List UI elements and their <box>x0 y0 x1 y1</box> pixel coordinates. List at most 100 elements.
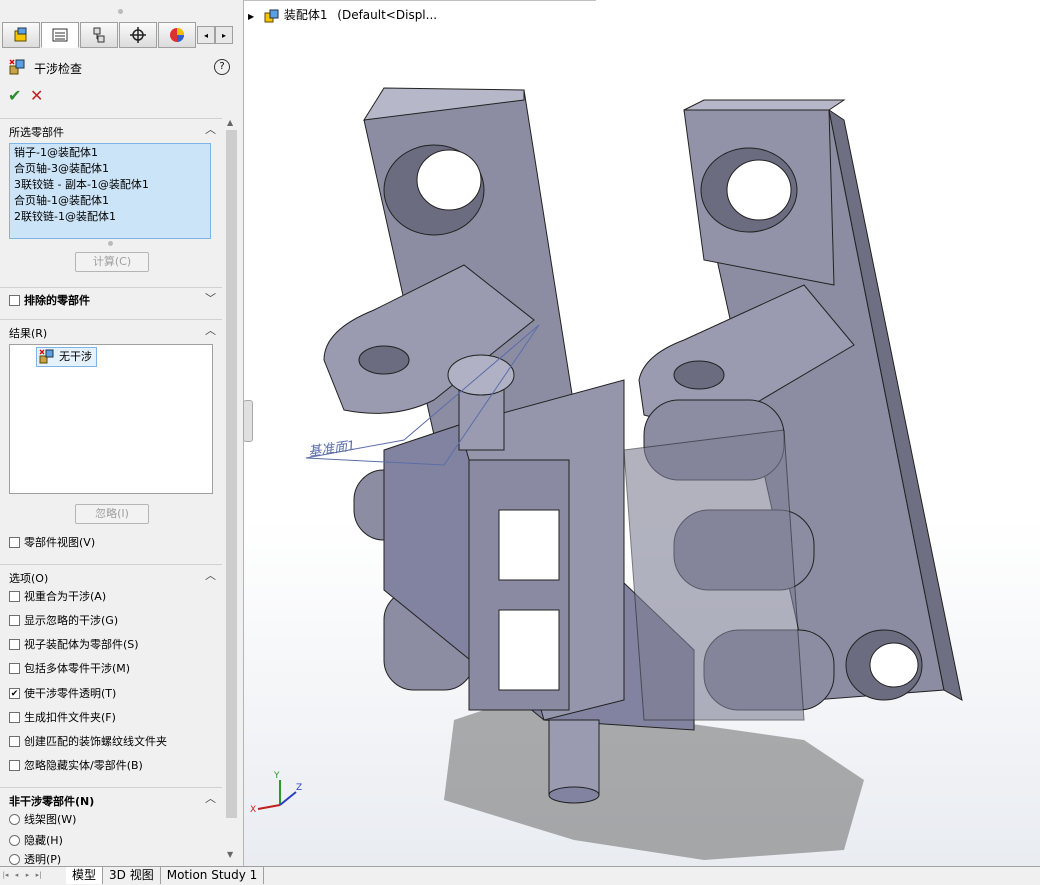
option-checkbox[interactable]: 创建匹配的装饰螺纹线文件夹 <box>9 733 167 749</box>
option-label: 使干涉零件透明(T) <box>24 687 117 700</box>
cancel-button[interactable]: ✕ <box>30 86 52 105</box>
ignore-button[interactable]: 忽略(I) <box>75 504 149 524</box>
option-checkbox[interactable]: 忽略隐藏实体/零部件(B) <box>9 757 143 773</box>
axis-z-label: Z <box>296 783 302 793</box>
panel-scrollbar[interactable]: ▲ ▼ <box>223 118 240 866</box>
option-checkbox[interactable]: 包括多体零件干涉(M) <box>9 660 130 676</box>
viewport-top-line <box>244 0 596 1</box>
left-top-hole-through <box>416 149 482 211</box>
chevron-up-icon[interactable]: ︿ <box>205 790 216 806</box>
list-item[interactable]: 销子-1@装配体1 <box>14 145 206 161</box>
assembly-config: (Default<Displ... <box>337 8 438 22</box>
selected-components-title: 所选零部件 <box>9 126 64 139</box>
chevron-up-icon[interactable]: ︿ <box>205 567 216 583</box>
radio-hidden[interactable]: 隐藏(H) <box>9 832 63 848</box>
pin-end <box>548 719 600 796</box>
left-arm-hole <box>358 345 410 375</box>
results-title: 结果(R) <box>9 327 48 340</box>
list-resize-grip[interactable] <box>108 241 113 246</box>
right-top-hole-through <box>726 159 792 221</box>
feature-title: 干涉检查 ? <box>8 58 238 78</box>
option-label: 视重合为干涉(A) <box>24 590 107 603</box>
no-interference-icon <box>39 349 54 364</box>
option-checkbox[interactable]: ✔ 使干涉零件透明(T) <box>9 685 116 701</box>
excluded-components-checkbox[interactable]: 排除的零部件 <box>9 292 90 308</box>
tab-scroll-left[interactable]: ◂ <box>197 26 215 44</box>
options-header[interactable]: 选项(O) ︿ <box>0 564 222 585</box>
axis-y-label: Y <box>273 771 280 781</box>
option-checkbox[interactable]: 视重合为干涉(A) <box>9 588 106 604</box>
result-item[interactable]: 无干涉 <box>36 347 97 367</box>
tab-3d-view[interactable]: 3D 视图 <box>103 867 161 884</box>
panel-grip[interactable] <box>118 9 123 14</box>
appearance-icon <box>170 28 184 42</box>
tab-motion-study[interactable]: Motion Study 1 <box>161 867 265 884</box>
first-tab-icon[interactable]: |◂ <box>0 867 11 885</box>
tab-nav-buttons: |◂ ◂ ▸ ▸| <box>0 867 66 885</box>
list-item[interactable]: 2联铰链-1@装配体1 <box>14 209 206 225</box>
results-header[interactable]: 结果(R) ︿ <box>0 319 222 340</box>
crosshair-icon <box>130 27 146 43</box>
tab-dimxpert-manager[interactable] <box>119 22 157 48</box>
excluded-components-label: 排除的零部件 <box>24 294 90 307</box>
interference-detection-icon <box>9 59 25 75</box>
non-interfering-title: 非干涉零部件(N) <box>9 795 95 808</box>
ok-button[interactable]: ✔ <box>8 86 30 105</box>
tab-display-manager[interactable] <box>158 22 196 48</box>
list-item[interactable]: 合页轴-3@装配体1 <box>14 161 206 177</box>
chevron-up-icon[interactable]: ︿ <box>205 322 216 338</box>
option-label: 忽略隐藏实体/零部件(B) <box>24 759 143 772</box>
prev-tab-icon[interactable]: ◂ <box>11 867 22 885</box>
list-item[interactable]: 3联铰链 - 副本-1@装配体1 <box>14 177 206 193</box>
non-interfering-header[interactable]: 非干涉零部件(N) ︿ <box>0 787 222 808</box>
radio-label: 透明(P) <box>24 853 62 865</box>
option-label: 包括多体零件干涉(M) <box>24 662 131 675</box>
panel-splitter[interactable] <box>243 400 253 442</box>
chevron-up-icon[interactable]: ︿ <box>205 121 216 137</box>
next-tab-icon[interactable]: ▸ <box>22 867 33 885</box>
axis-triad: Y Z X <box>250 771 302 815</box>
expand-arrow-icon[interactable]: ▶ <box>248 12 254 21</box>
configuration-manager-icon <box>93 27 105 43</box>
graphics-area[interactable]: 基准面1 Y Z X <box>244 0 1040 866</box>
option-label: 生成扣件文件夹(F) <box>24 711 116 724</box>
option-label: 视子装配体为零部件(S) <box>24 638 139 651</box>
selected-components-list[interactable]: 销子-1@装配体1 合页轴-3@装配体1 3联铰链 - 副本-1@装配体1 合页… <box>9 143 211 239</box>
radio-wireframe[interactable]: 线架图(W) <box>9 811 76 827</box>
option-checkbox[interactable]: 生成扣件文件夹(F) <box>9 709 116 725</box>
options-title: 选项(O) <box>9 572 49 585</box>
help-icon[interactable]: ? <box>214 59 230 75</box>
assembly-icon <box>264 9 279 22</box>
selected-components-header[interactable]: 所选零部件 ︿ <box>0 118 222 139</box>
component-view-label: 零部件视图(V) <box>24 536 96 549</box>
chevron-down-icon[interactable]: ﹀ <box>205 290 216 306</box>
results-list[interactable]: 无干涉 <box>9 344 213 494</box>
right-arm-hole <box>673 360 725 390</box>
excluded-components-header[interactable]: 排除的零部件 ﹀ <box>0 287 222 308</box>
tab-feature-manager[interactable] <box>2 22 40 48</box>
tab-configuration-manager[interactable] <box>80 22 118 48</box>
option-checkbox[interactable]: 视子装配体为零部件(S) <box>9 636 139 652</box>
scroll-up-icon[interactable]: ▲ <box>227 118 233 127</box>
radio-label: 隐藏(H) <box>24 834 63 847</box>
option-label: 显示忽略的干涉(G) <box>24 614 119 627</box>
tab-model[interactable]: 模型 <box>66 867 104 884</box>
result-item-label: 无干涉 <box>59 350 92 363</box>
scrollbar-thumb[interactable] <box>226 130 237 818</box>
pin-end-cap <box>548 786 600 804</box>
option-checkbox[interactable]: 显示忽略的干涉(G) <box>9 612 118 628</box>
radio-transparent[interactable]: 透明(P) <box>9 853 61 865</box>
calculate-button[interactable]: 计算(C) <box>75 252 149 272</box>
list-item[interactable]: 合页轴-1@装配体1 <box>14 193 206 209</box>
right-bottom-hole-through <box>869 642 919 688</box>
component-view-checkbox[interactable]: 零部件视图(V) <box>9 534 95 550</box>
property-manager-icon <box>52 28 68 42</box>
center-window-1 <box>498 509 560 581</box>
manager-tabs: ◂ ▸ <box>2 22 240 50</box>
tab-property-manager[interactable] <box>41 22 79 48</box>
feature-tree-flyout[interactable]: ▶ 装配体1 (Default<Displ... <box>248 6 437 23</box>
scroll-down-icon[interactable]: ▼ <box>227 850 233 859</box>
hinge-assembly-model[interactable]: 基准面1 Y Z X <box>244 0 1040 866</box>
last-tab-icon[interactable]: ▸| <box>33 867 44 885</box>
tab-scroll-right[interactable]: ▸ <box>215 26 233 44</box>
